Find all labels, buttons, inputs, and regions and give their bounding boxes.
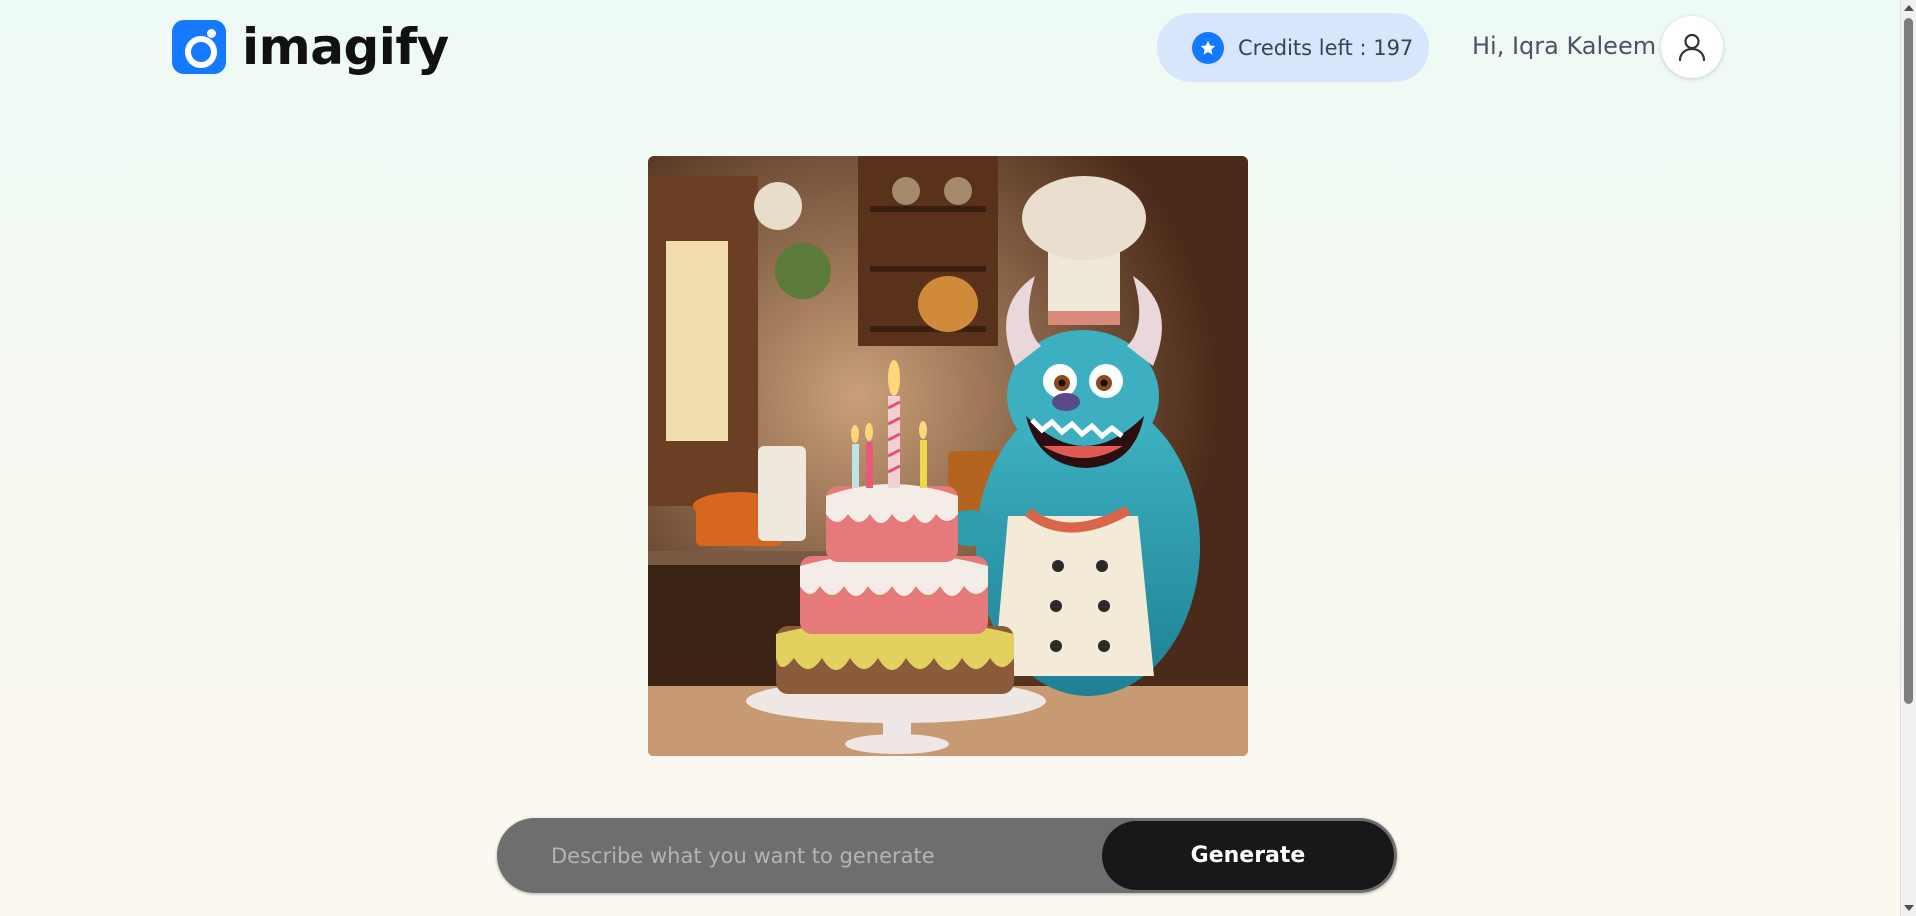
user-greeting: Hi, Iqra Kaleem [1472,32,1657,60]
scroll-down-arrow-icon[interactable] [1904,905,1914,911]
prompt-input[interactable] [497,818,1097,893]
credits-button[interactable]: Credits left : 197 [1157,13,1429,82]
star-icon [1192,31,1224,64]
page-scrollbar[interactable] [1900,0,1916,916]
scroll-up-arrow-icon[interactable] [1904,5,1914,11]
credits-label: Credits left : 197 [1238,35,1414,60]
generated-image-art [648,156,1248,756]
logo-text: imagify [242,18,449,76]
user-icon [1678,33,1706,62]
prompt-bar: Generate [497,818,1397,893]
logo-icon [172,20,226,74]
scroll-thumb[interactable] [1904,18,1913,704]
generate-button[interactable]: Generate [1102,821,1394,890]
logo[interactable]: imagify [172,20,449,74]
user-avatar[interactable] [1661,16,1723,78]
generated-image [648,156,1248,756]
